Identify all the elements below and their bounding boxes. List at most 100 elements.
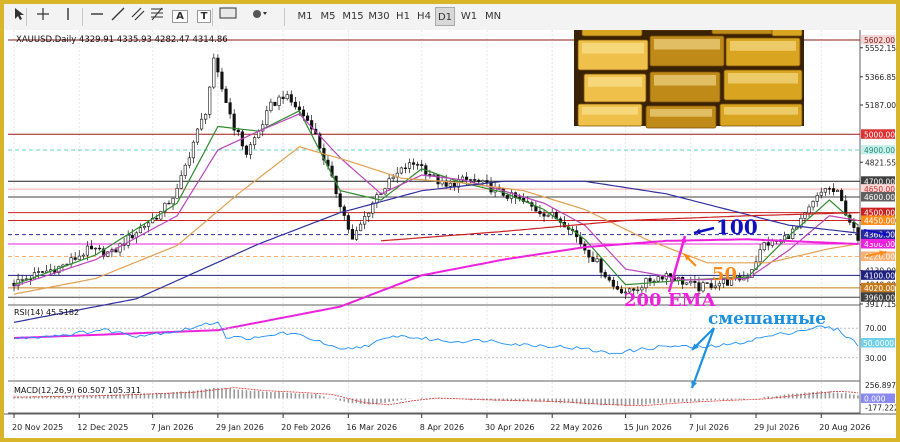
candle bbox=[391, 176, 395, 180]
timeframe-mn[interactable]: MN bbox=[483, 7, 503, 26]
level-badge-label: 5000.00 bbox=[864, 130, 895, 139]
candle bbox=[277, 96, 281, 106]
annotation-100: 100 bbox=[716, 215, 758, 239]
macd-tick-label: -177.222 bbox=[865, 404, 896, 413]
time-tick-label: 15 Jun 2026 bbox=[624, 423, 672, 432]
candle bbox=[448, 182, 452, 187]
candle bbox=[485, 180, 489, 183]
timeframe-m15[interactable]: M15 bbox=[341, 7, 365, 26]
candle bbox=[338, 193, 342, 208]
timeframe-d1[interactable]: D1 bbox=[435, 7, 455, 26]
candle bbox=[155, 218, 159, 220]
candle bbox=[856, 227, 860, 241]
candle bbox=[301, 109, 306, 117]
shapes-dropdown-tool-button[interactable] bbox=[250, 7, 276, 26]
candle bbox=[285, 94, 289, 100]
candle bbox=[836, 189, 840, 192]
channel-icon bbox=[131, 7, 145, 24]
horizontal-line-icon bbox=[90, 13, 104, 24]
time-tick-label: 20 Nov 2025 bbox=[12, 423, 63, 432]
candle bbox=[187, 157, 191, 166]
timeframe-m30[interactable]: M30 bbox=[367, 7, 391, 26]
vertical-line-icon bbox=[62, 8, 74, 24]
candle bbox=[363, 216, 367, 225]
price-tick-label: 5552.15 bbox=[865, 44, 896, 53]
level-badge-label: 5602.00 bbox=[864, 36, 895, 45]
timeframe-m1[interactable]: M1 bbox=[295, 7, 315, 26]
candle bbox=[656, 276, 660, 282]
price-chart[interactable]: XAUUSD.Daily 4329.91 4335.93 4282.47 431… bbox=[4, 30, 896, 438]
time-tick-label: 20 Aug 2026 bbox=[819, 423, 870, 432]
gold-bars-image bbox=[574, 30, 804, 129]
candle bbox=[73, 257, 77, 260]
horizontal-line-tool-button[interactable] bbox=[88, 7, 106, 26]
candle bbox=[41, 271, 45, 273]
candle bbox=[607, 276, 611, 281]
time-tick-label: 29 Jul 2026 bbox=[754, 423, 799, 432]
candle bbox=[823, 188, 827, 193]
timeframe-h4[interactable]: H4 bbox=[414, 7, 434, 26]
fibonacci-tool-button[interactable] bbox=[148, 7, 166, 26]
candle bbox=[713, 285, 717, 288]
candle bbox=[89, 245, 94, 250]
fibonacci-icon bbox=[150, 7, 164, 24]
candle bbox=[297, 106, 301, 111]
candle bbox=[591, 256, 595, 262]
candle bbox=[689, 281, 693, 284]
candle bbox=[183, 164, 187, 176]
gold-bar bbox=[771, 30, 803, 37]
candle bbox=[603, 272, 607, 278]
candle bbox=[175, 187, 179, 199]
rsi-label: RSI(14) 45.5182 bbox=[14, 308, 79, 317]
candle bbox=[542, 213, 546, 217]
candle bbox=[269, 101, 273, 111]
level-badge-label: 4100.00 bbox=[864, 271, 895, 280]
crosshair-tool-button[interactable] bbox=[34, 7, 52, 26]
candle bbox=[693, 281, 697, 283]
toolbar-separator bbox=[212, 8, 213, 26]
candle bbox=[118, 243, 122, 253]
candle bbox=[244, 145, 248, 155]
candle bbox=[81, 254, 85, 257]
candle bbox=[293, 101, 297, 108]
candle bbox=[248, 144, 253, 155]
text-tool-tool-button[interactable]: A bbox=[171, 7, 189, 26]
candle bbox=[473, 179, 477, 181]
time-tick-label: 8 Apr 2026 bbox=[420, 423, 464, 432]
candle bbox=[171, 197, 175, 205]
rectangle-tool-button[interactable] bbox=[219, 7, 237, 26]
text-label-tool-button[interactable]: T bbox=[195, 7, 213, 26]
candle bbox=[579, 236, 583, 245]
candle bbox=[200, 118, 204, 130]
timeframe-h1[interactable]: H1 bbox=[393, 7, 413, 26]
time-tick-label: 29 Jan 2026 bbox=[216, 423, 264, 432]
price-tick-label: 5187.00 bbox=[865, 101, 896, 110]
time-tick-label: 20 Feb 2026 bbox=[281, 423, 331, 432]
level-badge-label: 4020.00 bbox=[864, 284, 895, 293]
vertical-line-tool-button[interactable] bbox=[59, 7, 77, 26]
candle bbox=[660, 276, 664, 280]
timeframe-w1[interactable]: W1 bbox=[459, 7, 479, 26]
annotation-50: 50 bbox=[712, 264, 737, 285]
candle bbox=[432, 174, 436, 176]
candle bbox=[179, 175, 183, 189]
timeframe-m5[interactable]: M5 bbox=[318, 7, 338, 26]
candle bbox=[36, 271, 41, 273]
channel-tool-button[interactable] bbox=[129, 7, 147, 26]
cursor-arrow-icon bbox=[13, 8, 25, 24]
level-badge-label: 4450.00 bbox=[864, 216, 895, 225]
candle bbox=[142, 226, 147, 229]
candle bbox=[273, 101, 277, 106]
candle bbox=[615, 286, 619, 290]
candle bbox=[147, 222, 151, 227]
candle bbox=[685, 282, 689, 285]
candle bbox=[652, 280, 656, 283]
price-tick-label: 5366.85 bbox=[865, 73, 896, 82]
trend-line-tool-button[interactable] bbox=[109, 7, 127, 26]
candle bbox=[546, 214, 550, 217]
candle bbox=[477, 179, 481, 183]
level-badge-label: 4900.00 bbox=[864, 146, 895, 155]
level-badge-label: 3960.00 bbox=[864, 293, 895, 302]
drawing-toolbar: A T M1 M5 M15 M30 H1 H4 D1 W1 MN bbox=[4, 4, 896, 31]
candle bbox=[138, 227, 142, 234]
